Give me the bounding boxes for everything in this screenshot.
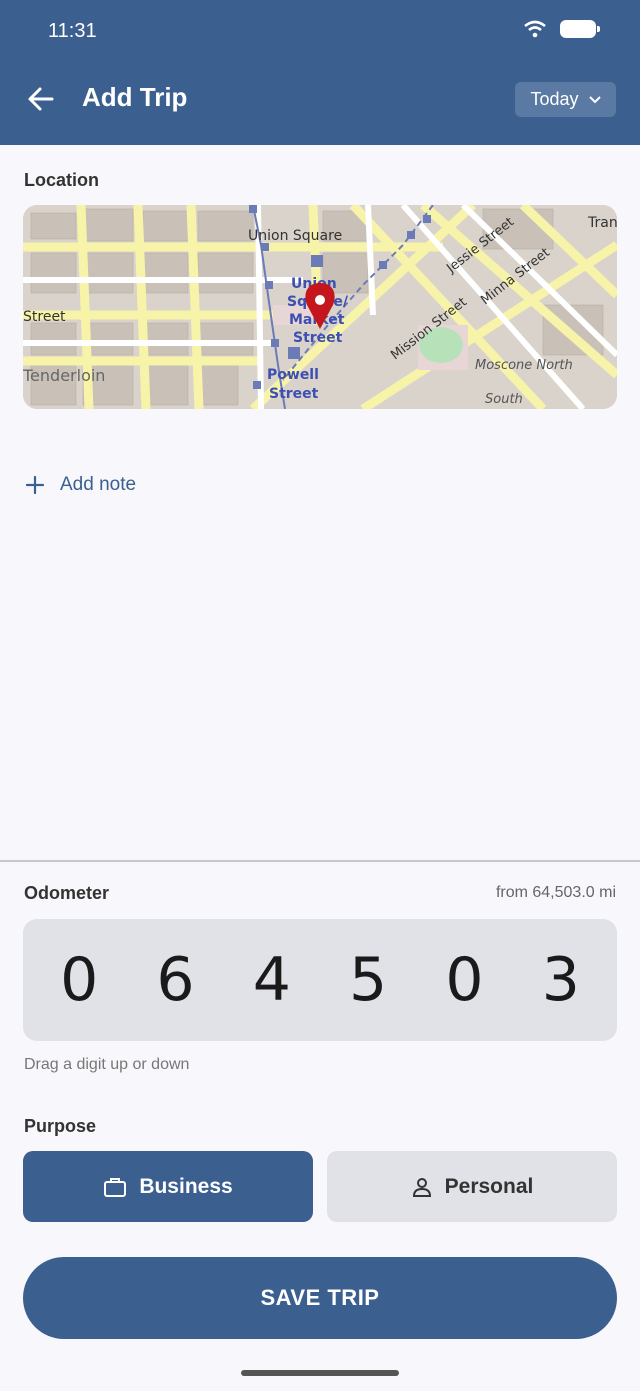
- location-label: Location: [24, 170, 99, 190]
- map-label: Street: [269, 386, 319, 402]
- back-arrow-icon[interactable]: [26, 84, 56, 114]
- date-selector-button[interactable]: Today: [515, 82, 616, 117]
- personal-button[interactable]: Personal: [327, 1151, 617, 1222]
- odometer-from-text: from 64,503.0 mi: [495, 884, 616, 901]
- map-label: Street: [293, 330, 343, 346]
- map-label: South: [485, 392, 523, 407]
- odometer-label: Odometer: [24, 883, 110, 903]
- briefcase-icon: [104, 1177, 127, 1197]
- map-label: Tenderloin: [23, 366, 105, 385]
- purpose-label: Purpose: [24, 1116, 97, 1136]
- add-note-button[interactable]: Add note: [24, 474, 136, 496]
- battery-icon: [560, 20, 600, 38]
- add-note-label: Add note: [60, 474, 137, 495]
- map-label: Street: [23, 309, 66, 325]
- page-title: Add Trip: [82, 82, 188, 112]
- map-label: Powell: [267, 367, 319, 383]
- map-canvas: Union Square Street Tran Tenderloin Unio…: [23, 205, 617, 409]
- status-icons: [524, 20, 600, 38]
- odometer-digit[interactable]: 0: [429, 945, 499, 1015]
- location-map[interactable]: Union Square Street Tran Tenderloin Unio…: [23, 205, 617, 409]
- odometer-digit[interactable]: 3: [526, 945, 596, 1015]
- person-icon: [412, 1177, 431, 1197]
- odometer-hint: Drag a digit up or down: [24, 1056, 190, 1073]
- divider: [0, 860, 640, 862]
- save-trip-label: SAVE TRIP: [260, 1285, 380, 1310]
- odometer-digit[interactable]: 5: [333, 945, 403, 1015]
- odometer-picker: 0 6 4 5 0 3: [23, 919, 617, 1041]
- wifi-icon: [524, 20, 546, 38]
- business-button[interactable]: Business: [23, 1151, 313, 1222]
- odometer-digit[interactable]: 4: [237, 945, 307, 1015]
- odometer-digit[interactable]: 0: [44, 945, 114, 1015]
- map-label: Moscone North: [475, 358, 573, 373]
- map-label: Tran: [587, 215, 617, 231]
- business-label: Business: [139, 1174, 233, 1198]
- home-indicator[interactable]: [241, 1370, 399, 1376]
- app-bar: 11:31 Add Trip Today: [0, 0, 640, 145]
- date-selector-label: Today: [530, 89, 579, 109]
- map-label: Union Square: [248, 228, 342, 244]
- status-time: 11:31: [48, 20, 97, 42]
- personal-label: Personal: [444, 1174, 534, 1198]
- plus-icon: [25, 475, 45, 495]
- odometer-digit[interactable]: 6: [140, 945, 210, 1015]
- save-trip-button[interactable]: SAVE TRIP: [23, 1257, 617, 1339]
- chevron-down-icon: [588, 95, 601, 103]
